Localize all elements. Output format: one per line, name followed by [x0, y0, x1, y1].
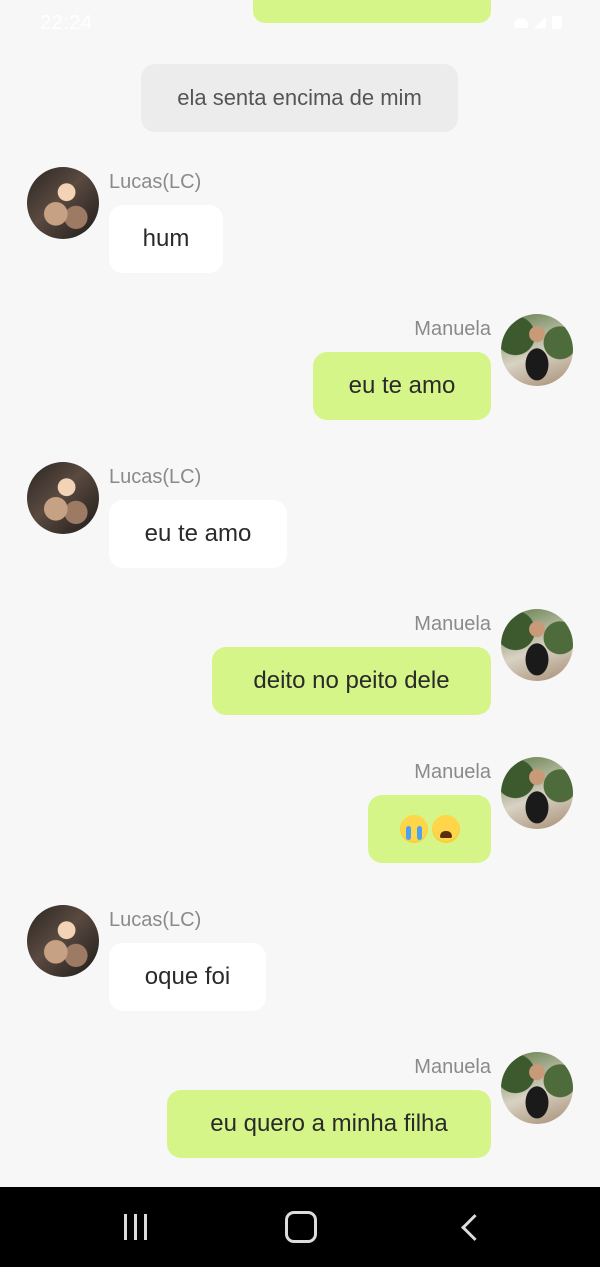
avatar[interactable] — [501, 314, 573, 386]
avatar[interactable] — [501, 1052, 573, 1124]
signal-icon — [534, 16, 546, 29]
loudly-crying-face-icon — [399, 815, 428, 843]
back-icon[interactable] — [455, 1209, 488, 1245]
chat-screen: 22:24 ela senta encima de mim Lucas(LC) … — [0, 0, 600, 1267]
avatar[interactable] — [501, 609, 573, 681]
message-bubble[interactable]: eu quero a minha filha — [167, 1090, 491, 1158]
system-message: ela senta encima de mim — [141, 64, 458, 132]
status-icons — [514, 16, 562, 29]
message-bubble[interactable]: eu te amo — [109, 500, 287, 568]
message-bubble[interactable]: hum — [109, 205, 223, 273]
battery-icon — [552, 16, 562, 29]
avatar[interactable] — [27, 462, 99, 534]
message-bubble[interactable] — [368, 795, 491, 863]
sender-name: Manuela — [414, 613, 491, 635]
tired-face-icon — [431, 815, 460, 843]
avatar[interactable] — [27, 167, 99, 239]
previous-outgoing-bubble[interactable] — [253, 0, 491, 23]
message-bubble[interactable]: deito no peito dele — [212, 647, 491, 715]
sender-name: Manuela — [414, 1056, 491, 1078]
avatar[interactable] — [27, 905, 99, 977]
sender-name: Manuela — [414, 318, 491, 340]
sender-name: Lucas(LC) — [109, 909, 202, 931]
wifi-icon — [514, 17, 528, 28]
home-icon[interactable] — [285, 1209, 317, 1245]
navigation-bar — [0, 1187, 600, 1267]
recent-apps-icon[interactable] — [118, 1209, 152, 1245]
message-bubble[interactable]: oque foi — [109, 943, 266, 1011]
sender-name: Lucas(LC) — [109, 466, 202, 488]
message-bubble[interactable]: eu te amo — [313, 352, 491, 420]
avatar[interactable] — [501, 757, 573, 829]
sender-name: Manuela — [414, 761, 491, 783]
sender-name: Lucas(LC) — [109, 171, 202, 193]
status-time: 22:24 — [40, 12, 93, 34]
